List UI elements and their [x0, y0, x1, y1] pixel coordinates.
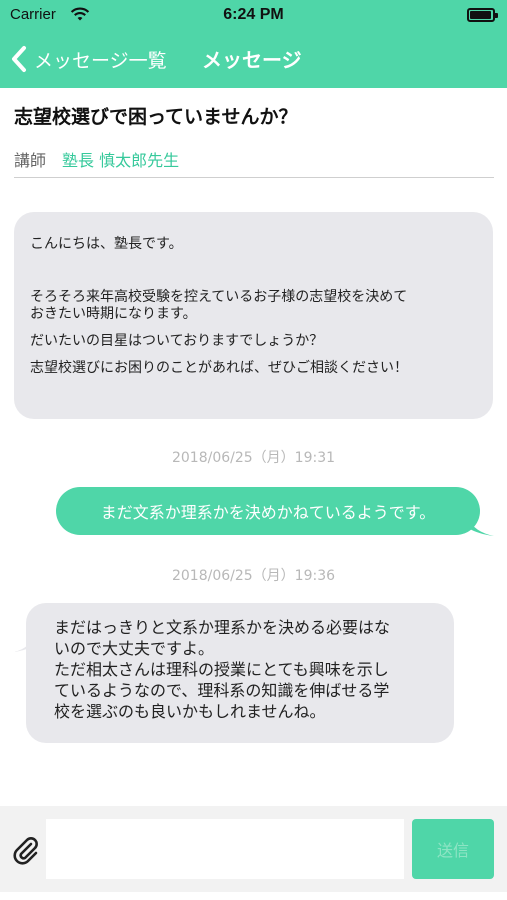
navigation-bar: メッセージ一覧 メッセージ [0, 30, 507, 88]
message-line: だいたいの目星はついておりますでしょうか？ [30, 333, 324, 349]
message-line: 志望校選びにお困りのことがあれば、ぜひご相談ください！ [30, 360, 408, 376]
message-bubble-teacher: こんにちは、塾長です。 そろそろ来年高校受験を控えているお子様の志望校を決めて … [14, 212, 493, 419]
paperclip-icon[interactable] [12, 836, 40, 866]
message-line: いので大丈夫ですよ。 [54, 639, 215, 658]
page-title: メッセージ [202, 48, 302, 72]
message-input[interactable] [46, 819, 404, 879]
message-line: 校を選ぶのも良いかもしれませんね。 [54, 702, 326, 721]
message-line: おきたい時期になります。 [30, 306, 197, 322]
send-button[interactable]: 送信 [412, 819, 494, 879]
message-line: ているようなので、理科系の知識を伸ばせる学 [54, 681, 390, 700]
message-timestamp: 2018/06/25（月）19:36 [171, 568, 336, 584]
message-line: こんにちは、塾長です。 [30, 236, 183, 252]
status-time: 6:24 PM [223, 6, 284, 23]
message-bubble-teacher: まだはっきりと文系か理系かを決める必要はな いので大丈夫ですよ。 ただ相太さんは… [26, 603, 454, 743]
message-line: そろそろ来年高校受験を控えているお子様の志望校を決めて [30, 289, 408, 305]
teacher-row: 講師 塾長 慎太郎先生 [14, 147, 494, 171]
message-line: ただ相太さんは理科の授業にとても興味を示し [54, 660, 389, 679]
message-line: まだはっきりと文系か理系かを決める必要はな [54, 618, 391, 637]
battery-icon [467, 8, 498, 22]
message-timestamp: 2018/06/25（月）19:31 [171, 450, 336, 466]
back-button[interactable]: メッセージ一覧 [8, 42, 167, 76]
status-bar: Carrier 6:24 PM [0, 0, 507, 30]
teacher-name: 塾長 慎太郎先生 [62, 151, 180, 170]
composer-bar: 送信 [0, 806, 507, 892]
chevron-left-icon [12, 46, 26, 72]
teacher-label: 講師 [14, 151, 47, 170]
thread-header: 志望校選びで困っていませんか？ 講師 塾長 慎太郎先生 [14, 96, 494, 178]
thread-subject: 志望校選びで困っていませんか？ [14, 106, 298, 128]
back-button-label: メッセージ一覧 [34, 49, 167, 72]
message-bubble-me: まだ文系か理系かを決めかねているようです。 [56, 487, 480, 535]
bubble-tail [468, 518, 494, 536]
